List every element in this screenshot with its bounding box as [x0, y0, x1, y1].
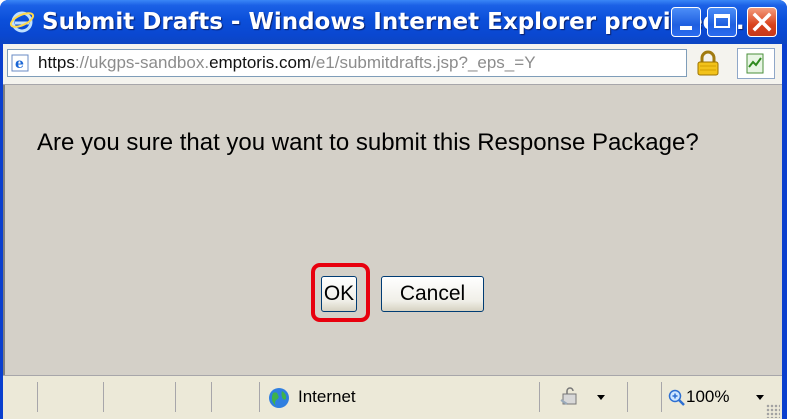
cancel-button[interactable]: Cancel: [381, 276, 484, 312]
ie-page-icon: e: [11, 54, 29, 72]
globe-icon: [269, 387, 289, 408]
address-bar: e https://ukgps-sandbox.emptoris.com/e1/…: [3, 44, 782, 85]
minimize-button[interactable]: [671, 7, 701, 37]
zoom-control[interactable]: 100%: [668, 386, 729, 408]
window-frame: e https://ukgps-sandbox.emptoris.com/e1/…: [3, 44, 782, 419]
url-text: https://ukgps-sandbox.emptoris.com/e1/su…: [38, 53, 536, 72]
chevron-down-icon[interactable]: [597, 395, 605, 400]
confirm-message: Are you sure that you want to submit thi…: [37, 129, 699, 156]
ok-button[interactable]: OK: [321, 276, 357, 312]
url-field[interactable]: e https://ukgps-sandbox.emptoris.com/e1/…: [7, 49, 687, 77]
ie-logo-icon: [9, 11, 35, 33]
status-cell: [37, 382, 104, 412]
zoom-icon: [668, 389, 685, 406]
sync-icon[interactable]: [559, 386, 581, 408]
ie-popup-window: Submit Drafts - Windows Internet Explore…: [0, 0, 787, 419]
dialog-content: Are you sure that you want to submit thi…: [3, 85, 782, 375]
security-report-button[interactable]: [737, 48, 775, 79]
svg-text:e: e: [15, 56, 24, 72]
close-icon: [752, 12, 772, 32]
close-button[interactable]: [747, 7, 777, 37]
status-cell: [211, 382, 260, 412]
status-bar: Internet 100%: [3, 375, 782, 419]
status-cell: [539, 382, 628, 412]
security-report-icon: [746, 53, 764, 74]
status-cell: [103, 382, 176, 412]
window-title: Submit Drafts - Windows Internet Explore…: [42, 9, 754, 35]
security-zone[interactable]: Internet: [268, 386, 356, 409]
zoom-level: 100%: [686, 387, 730, 406]
resize-grip[interactable]: [766, 404, 780, 418]
zone-label: Internet: [298, 387, 356, 406]
status-cell: [3, 382, 38, 412]
zoom-menu-arrow-icon[interactable]: [756, 395, 764, 400]
padlock-icon[interactable]: [695, 50, 721, 76]
title-bar[interactable]: Submit Drafts - Windows Internet Explore…: [0, 0, 787, 44]
status-cell: [627, 382, 662, 412]
maximize-button[interactable]: [707, 7, 737, 37]
status-cell: [175, 382, 212, 412]
